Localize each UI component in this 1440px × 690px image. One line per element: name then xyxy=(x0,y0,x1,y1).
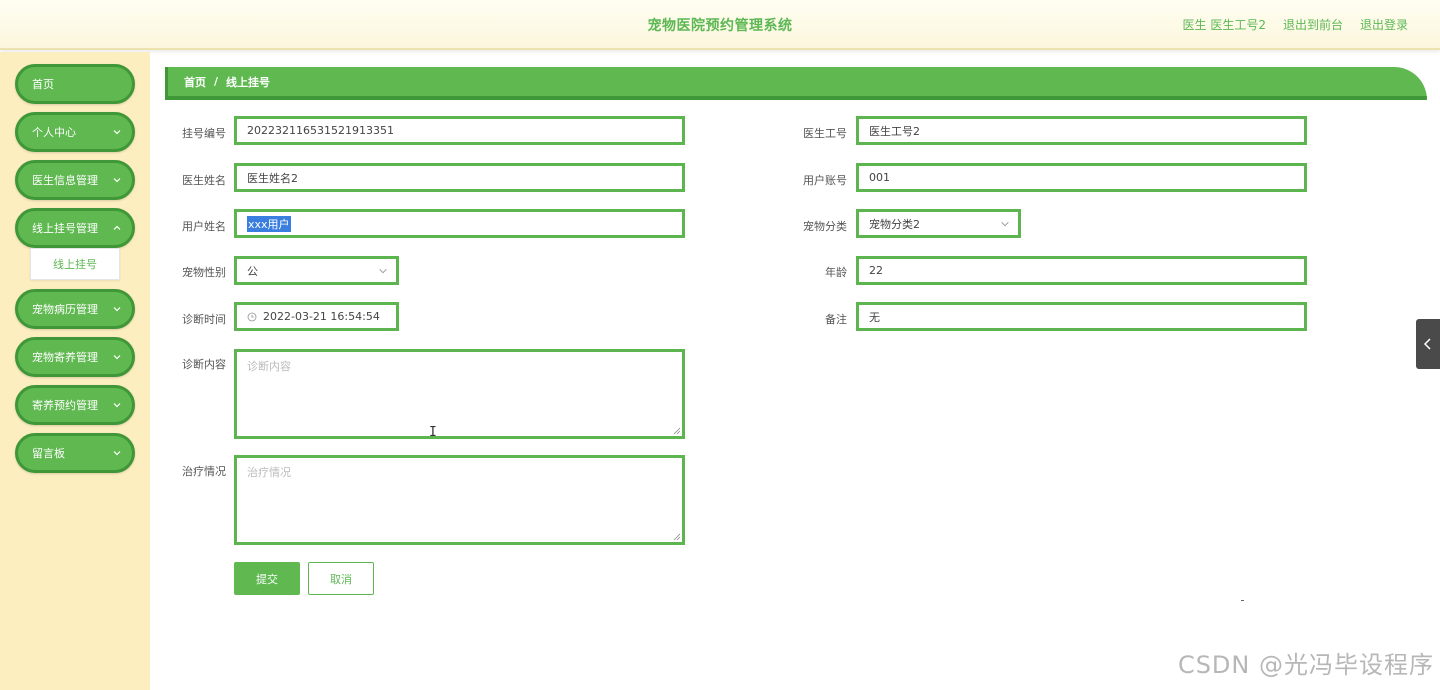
sidebar-item-label: 宠物病历管理 xyxy=(32,303,98,316)
user-name-input[interactable]: xxx用户 xyxy=(234,209,685,238)
diag-content-placeholder: 诊断内容 xyxy=(247,360,291,373)
back-to-front-link[interactable]: 退出到前台 xyxy=(1283,16,1343,33)
doctor-name-input[interactable]: 医生姓名2 xyxy=(234,163,685,192)
sidebar-item-label: 宠物寄养管理 xyxy=(32,351,98,364)
treatment-label: 治疗情况 xyxy=(182,465,226,478)
sidebar-item-label: 寄养预约管理 xyxy=(32,399,98,412)
breadcrumb-separator: / xyxy=(214,75,219,88)
doctor-name-label: 医生姓名 xyxy=(182,174,226,187)
sidebar-item-personal-center[interactable]: 个人中心 xyxy=(15,112,135,152)
pet-gender-label: 宠物性别 xyxy=(182,266,226,279)
user-account-input[interactable]: 001 xyxy=(856,163,1307,192)
chevron-down-icon xyxy=(113,307,121,312)
chevron-down-icon xyxy=(379,268,387,273)
diag-content-textarea[interactable]: 诊断内容 xyxy=(234,349,685,439)
diag-time-picker[interactable]: 2022-03-21 16:54:54 xyxy=(234,302,399,331)
user-name-value: xxx用户 xyxy=(247,215,291,232)
chevron-down-icon xyxy=(113,451,121,456)
diag-time-value: 2022-03-21 16:54:54 xyxy=(263,310,380,323)
pet-gender-select[interactable]: 公 xyxy=(234,256,399,285)
reg-no-label: 挂号编号 xyxy=(182,127,226,140)
reg-no-input[interactable]: 202232116531521913351 xyxy=(234,116,685,145)
user-name-label: 用户姓名 xyxy=(182,220,226,233)
chevron-down-icon xyxy=(113,355,121,360)
sidebar-item-label: 首页 xyxy=(32,78,54,91)
sidebar-item-pet-boarding[interactable]: 宠物寄养管理 xyxy=(15,337,135,377)
age-input[interactable]: 22 xyxy=(856,256,1307,285)
chevron-left-icon xyxy=(1423,338,1431,350)
diag-time-label: 诊断时间 xyxy=(182,313,226,326)
text-cursor-icon: I xyxy=(429,425,437,440)
submenu-online-registration[interactable]: 线上挂号 xyxy=(30,248,120,280)
age-value: 22 xyxy=(869,264,883,277)
pet-category-value: 宠物分类2 xyxy=(869,217,920,231)
clock-icon xyxy=(247,312,257,321)
cancel-button[interactable]: 取消 xyxy=(308,562,374,595)
diag-content-label: 诊断内容 xyxy=(182,358,226,371)
stray-dot xyxy=(1241,600,1244,601)
user-account-label: 用户账号 xyxy=(803,174,847,187)
doctor-name-value: 医生姓名2 xyxy=(247,171,298,185)
treatment-placeholder: 治疗情况 xyxy=(247,466,291,479)
watermark: CSDN @光冯毕设程序 xyxy=(1177,651,1434,679)
chevron-up-icon xyxy=(113,225,121,230)
doctor-no-input[interactable]: 医生工号2 xyxy=(856,116,1307,145)
sidebar-item-pet-records[interactable]: 宠物病历管理 xyxy=(15,289,135,329)
age-label: 年龄 xyxy=(825,266,847,279)
doctor-no-value: 医生工号2 xyxy=(869,124,920,138)
treatment-textarea[interactable]: 治疗情况 xyxy=(234,455,685,545)
breadcrumb-home[interactable]: 首页 xyxy=(184,74,206,90)
breadcrumb-current: 线上挂号 xyxy=(226,75,271,89)
sidebar-item-boarding-booking[interactable]: 寄养预约管理 xyxy=(15,385,135,425)
sidebar-item-home[interactable]: 首页 xyxy=(15,64,135,104)
chevron-down-icon xyxy=(113,178,121,183)
submit-button[interactable]: 提交 xyxy=(234,562,300,595)
sidebar-item-label: 医生信息管理 xyxy=(32,174,98,187)
sidebar-item-label: 线上挂号管理 xyxy=(32,222,98,235)
pet-category-select[interactable]: 宠物分类2 xyxy=(856,209,1021,238)
resize-grip-icon[interactable] xyxy=(673,427,681,435)
remark-input[interactable]: 无 xyxy=(856,302,1307,331)
sidebar-item-doctor-info[interactable]: 医生信息管理 xyxy=(15,160,135,200)
sidebar-item-label: 个人中心 xyxy=(32,126,76,139)
user-account-value: 001 xyxy=(869,171,890,184)
reg-no-value: 202232116531521913351 xyxy=(247,124,394,137)
chevron-down-icon xyxy=(113,403,121,408)
remark-label: 备注 xyxy=(825,313,847,326)
sidebar: 首页 个人中心 医生信息管理 线上挂号管理 线上挂号 宠物病历管理 宠物寄养管理… xyxy=(0,52,150,690)
breadcrumb: 首页 / 线上挂号 xyxy=(165,67,1427,100)
side-collapse-tab[interactable] xyxy=(1416,319,1440,369)
remark-value: 无 xyxy=(869,310,880,324)
resize-grip-icon[interactable] xyxy=(673,533,681,541)
logout-link[interactable]: 退出登录 xyxy=(1360,16,1408,33)
pet-category-label: 宠物分类 xyxy=(803,220,847,233)
sidebar-item-message-board[interactable]: 留言板 xyxy=(15,433,135,473)
chevron-down-icon xyxy=(113,130,121,135)
current-user-label[interactable]: 医生 医生工号2 xyxy=(1183,16,1266,33)
doctor-no-label: 医生工号 xyxy=(803,127,847,140)
pet-gender-value: 公 xyxy=(247,264,258,278)
header-links: 医生 医生工号2 退出到前台 退出登录 xyxy=(1183,16,1408,33)
sidebar-item-online-registration[interactable]: 线上挂号管理 xyxy=(15,208,135,248)
sidebar-item-label: 留言板 xyxy=(32,447,65,460)
chevron-down-icon xyxy=(1001,221,1009,226)
top-header: 宠物医院预约管理系统 医生 医生工号2 退出到前台 退出登录 xyxy=(0,0,1440,50)
